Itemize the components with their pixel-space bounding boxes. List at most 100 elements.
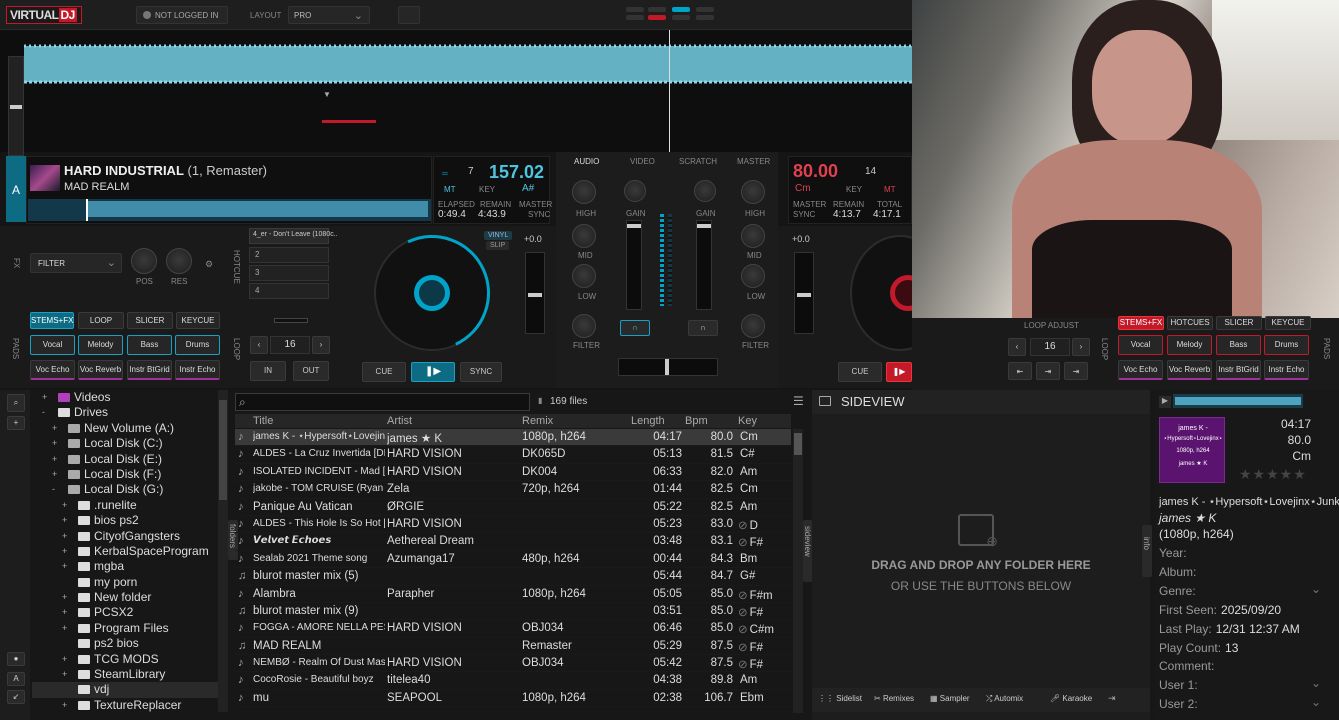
pad-voc-echo[interactable]: Voc Echo bbox=[30, 360, 75, 380]
table-row[interactable]: ♪ CocoRosie - Beautiful boyz titelea40 04:3… bbox=[235, 672, 791, 690]
pad-bass-b[interactable]: Bass bbox=[1216, 335, 1261, 355]
list-options-icon[interactable]: ☰ bbox=[793, 394, 804, 408]
pad-drums-b[interactable]: Drums bbox=[1264, 335, 1309, 355]
key-display[interactable]: A# bbox=[522, 183, 534, 194]
info-field[interactable]: First Seen: 2025/09/20 bbox=[1159, 603, 1281, 617]
loop-prev-button[interactable]: ‹ bbox=[250, 336, 268, 354]
info-field[interactable]: Comment: bbox=[1159, 659, 1218, 673]
expand-icon[interactable]: + bbox=[52, 423, 57, 433]
tree-item[interactable]: + New Volume (A:) bbox=[32, 421, 218, 436]
pad-instr-echo-b[interactable]: Instr Echo bbox=[1264, 360, 1309, 380]
table-row[interactable]: ♪ ALDES - La Cruz Invertida [DK065D]HARD … bbox=[235, 446, 791, 464]
info-field[interactable]: Last Play: 12/31 12:37 AM bbox=[1159, 622, 1300, 636]
expand-icon[interactable]: - bbox=[52, 484, 55, 494]
waveform-overview[interactable]: ▼ bbox=[0, 30, 912, 156]
expand-icon[interactable]: + bbox=[52, 469, 57, 479]
hotcue-1[interactable]: 4_er - Don't Leave (1080c.. bbox=[249, 228, 338, 244]
preview-waveform[interactable] bbox=[1173, 394, 1303, 408]
tab-master[interactable]: MASTER bbox=[737, 157, 770, 166]
tab-keycue[interactable]: KEYCUE bbox=[176, 312, 220, 329]
table-row[interactable]: ♫ MAD REALM Remaster 05:29 87.5 ⊘ F# bbox=[235, 638, 791, 656]
login-button[interactable]: NOT LOGGED IN bbox=[136, 6, 228, 24]
expand-icon[interactable]: + bbox=[62, 700, 67, 710]
tab-keycue-b[interactable]: KEYCUE bbox=[1265, 316, 1311, 330]
expand-icon[interactable]: + bbox=[62, 607, 67, 617]
tree-item[interactable]: ps2 bios bbox=[32, 636, 218, 651]
expand-icon[interactable]: + bbox=[62, 500, 67, 510]
vinyl-button[interactable]: VINYL bbox=[484, 231, 513, 240]
table-row[interactable]: ♪ Sealab 2021 Theme song Azumanga17 480p, h… bbox=[235, 551, 791, 569]
table-row[interactable]: ♪ mu SEAPOOL 1080p, h264 02:38 106.7 Ebm bbox=[235, 690, 791, 708]
table-row[interactable]: ♪ 𝙑𝙚𝙡𝙫𝙚𝙩 𝙀𝙘𝙝𝙤𝙚𝙨 Aethereal Dream 03:48 83.1 ⊘ F… bbox=[235, 533, 791, 551]
pad-instr-echo[interactable]: Instr Echo bbox=[175, 360, 220, 380]
tab-stems-fx-b[interactable]: STEMS+FX bbox=[1118, 316, 1164, 330]
tab-video[interactable]: VIDEO bbox=[630, 157, 655, 166]
arrow-icon[interactable]: ↙ bbox=[7, 690, 25, 704]
pad-vocal[interactable]: Vocal bbox=[30, 335, 75, 355]
info-field[interactable]: User 1: ⌄ bbox=[1159, 676, 1321, 692]
loop-back-icon[interactable]: ⇤ bbox=[1008, 362, 1032, 380]
tree-item[interactable]: + Local Disk (C:) bbox=[32, 436, 218, 451]
headphone-cue-right-icon[interactable]: ∩ bbox=[688, 320, 718, 336]
tree-item[interactable]: + Local Disk (E:) bbox=[32, 452, 218, 467]
tree-item[interactable]: my porn bbox=[32, 575, 218, 590]
zoom-slider[interactable] bbox=[8, 56, 24, 156]
table-row[interactable]: ♪ NEMBØ - Realm Of Dust Master [OBJ034]HA… bbox=[235, 655, 791, 673]
table-row[interactable]: ♫ blurot master mix (9) 03:51 85.0 ⊘ F# bbox=[235, 603, 791, 621]
circle-icon[interactable]: ● bbox=[7, 652, 25, 666]
sort-icon[interactable]: A bbox=[7, 672, 25, 686]
pad-melody[interactable]: Melody bbox=[78, 335, 123, 355]
tree-item[interactable]: + bios ps2 bbox=[32, 513, 218, 528]
loop-half-icon[interactable]: ⇥ bbox=[1036, 362, 1060, 380]
jog-wheel[interactable] bbox=[357, 218, 507, 368]
pad-voc-echo-b[interactable]: Voc Echo bbox=[1118, 360, 1163, 380]
tree-item[interactable]: + TextureReplacer bbox=[32, 698, 218, 713]
cue-button[interactable]: CUE bbox=[362, 362, 406, 382]
pos-knob[interactable] bbox=[131, 248, 157, 274]
expand-icon[interactable]: + bbox=[52, 454, 57, 464]
column-length[interactable]: Length bbox=[631, 415, 665, 427]
table-row[interactable]: ♪ FOGGA - AMORE NELLA PESTE [OBJ034]HARD … bbox=[235, 620, 791, 638]
tree-item[interactable]: + PCSX2 bbox=[32, 605, 218, 620]
tab-slicer-b[interactable]: SLICER bbox=[1216, 316, 1262, 330]
pitch-fader-b[interactable] bbox=[794, 252, 814, 334]
pad-instr-btgrid-b[interactable]: Instr BtGrid bbox=[1216, 360, 1261, 380]
table-row[interactable]: ♪ ALDES - This Hole Is So Hot [DK065]HARD… bbox=[235, 516, 791, 534]
eq-mid-knob-right[interactable] bbox=[741, 224, 765, 248]
tree-item[interactable]: vdj bbox=[32, 682, 218, 698]
headphone-cue-left-icon[interactable]: ∩ bbox=[620, 320, 650, 336]
eq-high-knob-left[interactable] bbox=[572, 180, 596, 204]
pad-bass[interactable]: Bass bbox=[127, 335, 172, 355]
volume-fader-right[interactable] bbox=[696, 220, 712, 310]
tree-item[interactable]: + KerbalSpaceProgram bbox=[32, 544, 218, 559]
loop-next-button[interactable]: › bbox=[312, 336, 330, 354]
table-row[interactable]: ♪ Alambra Parapher 1080p, h264 05:05 85.0 ⊘ F#m bbox=[235, 586, 791, 603]
tree-item[interactable]: + .runelite bbox=[32, 498, 218, 513]
tab-hotcues-b[interactable]: HOTCUES bbox=[1167, 316, 1213, 330]
pad-vocal-b[interactable]: Vocal bbox=[1118, 335, 1163, 355]
cube-icon[interactable] bbox=[398, 6, 420, 24]
crossfader[interactable] bbox=[618, 358, 718, 376]
expand-icon[interactable]: + bbox=[52, 438, 57, 448]
column-artist[interactable]: Artist bbox=[387, 415, 412, 427]
tab-audio[interactable]: AUDIO bbox=[574, 157, 599, 166]
info-field[interactable]: User 2: ⌄ bbox=[1159, 695, 1321, 711]
remixes-button[interactable]: ✂ Remixes bbox=[874, 694, 914, 703]
tree-item[interactable]: + Program Files bbox=[32, 621, 218, 636]
tab-loop[interactable]: LOOP bbox=[78, 312, 124, 329]
loop-slider[interactable] bbox=[274, 318, 308, 323]
tree-item[interactable]: + Local Disk (F:) bbox=[32, 467, 218, 482]
volume-fader-left[interactable] bbox=[626, 220, 642, 310]
eq-mid-knob-left[interactable] bbox=[572, 224, 596, 248]
tab-slicer[interactable]: SLICER bbox=[127, 312, 173, 329]
info-field[interactable]: Play Count: 13 bbox=[1159, 641, 1238, 655]
tree-item[interactable]: + CityofGangsters bbox=[32, 529, 218, 544]
filter-knob-left[interactable] bbox=[572, 314, 596, 338]
tree-item[interactable]: + SteamLibrary bbox=[32, 667, 218, 682]
filter-select[interactable]: FILTER ⌄ bbox=[30, 253, 122, 273]
deck-a-mini-waveform[interactable] bbox=[28, 199, 431, 221]
loop-prev-button-b[interactable]: ‹ bbox=[1008, 338, 1026, 356]
search-input[interactable]: ⌕ bbox=[235, 393, 530, 411]
play-pause-button-b[interactable]: ❚▶ bbox=[886, 362, 912, 382]
sampler-button[interactable]: ▦ Sampler bbox=[930, 694, 970, 703]
